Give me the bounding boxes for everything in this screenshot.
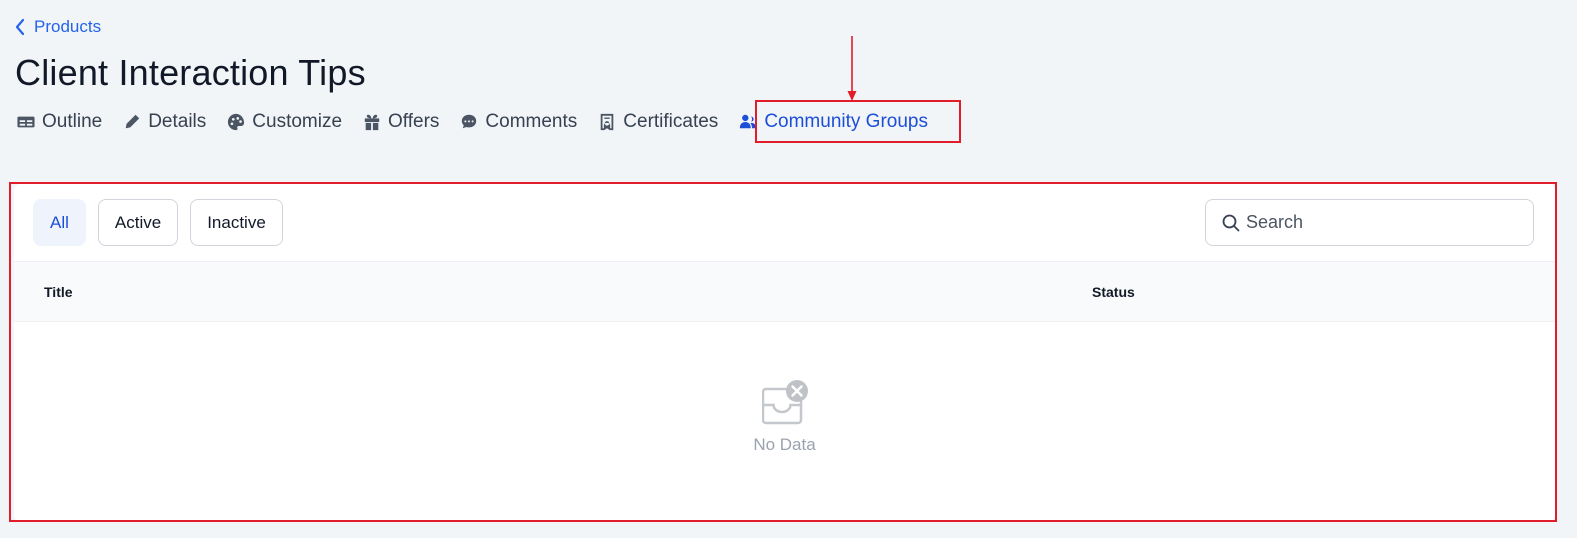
tab-label: Comments [485, 111, 578, 132]
tab-label: Details [148, 111, 207, 132]
column-header-title[interactable]: Title [44, 284, 73, 300]
outline-icon [16, 112, 36, 132]
groups-panel: All Active Inactive Title Status No Data [14, 184, 1555, 521]
certificate-icon [597, 112, 617, 132]
tab-certificates[interactable]: Certificates [597, 108, 718, 136]
search-icon [1222, 214, 1240, 231]
filter-inactive-button[interactable]: Inactive [190, 199, 283, 246]
tab-details[interactable]: Details [122, 108, 206, 136]
filter-active-button[interactable]: Active [97, 199, 179, 246]
tab-community-groups[interactable]: Community Groups [738, 108, 928, 136]
empty-state: No Data [14, 379, 1555, 455]
empty-inbox-icon [761, 380, 808, 425]
page-title: Client Interaction Tips [15, 52, 366, 93]
tab-label: Outline [42, 111, 103, 132]
search-input[interactable] [1246, 212, 1516, 233]
status-filter: All Active Inactive [33, 199, 283, 246]
tab-label: Customize [252, 111, 343, 132]
table-header: Title Status [14, 261, 1555, 322]
tab-label: Community Groups [764, 111, 928, 132]
tab-comments[interactable]: Comments [459, 108, 577, 136]
tab-offers[interactable]: Offers [362, 108, 439, 136]
users-icon [738, 112, 758, 132]
breadcrumb-label[interactable]: Products [34, 17, 101, 37]
chevron-left-icon [15, 18, 25, 36]
empty-state-text: No Data [753, 435, 816, 454]
tab-outline[interactable]: Outline [16, 108, 102, 136]
comment-icon [459, 112, 479, 132]
gift-icon [362, 112, 382, 132]
tab-label: Certificates [623, 111, 719, 132]
tab-label: Offers [388, 111, 440, 132]
pencil-icon [122, 112, 142, 132]
search-box[interactable] [1205, 199, 1534, 246]
filter-all-button[interactable]: All [33, 199, 86, 246]
breadcrumb[interactable]: Products [14, 17, 101, 37]
column-header-status[interactable]: Status [1092, 284, 1135, 300]
palette-icon [226, 112, 246, 132]
annotation-arrow [847, 36, 857, 101]
page: Products Client Interaction Tips Outline… [0, 0, 1577, 538]
tab-bar: Outline Details Customize Offers Comment… [16, 108, 928, 136]
tab-customize[interactable]: Customize [226, 108, 342, 136]
